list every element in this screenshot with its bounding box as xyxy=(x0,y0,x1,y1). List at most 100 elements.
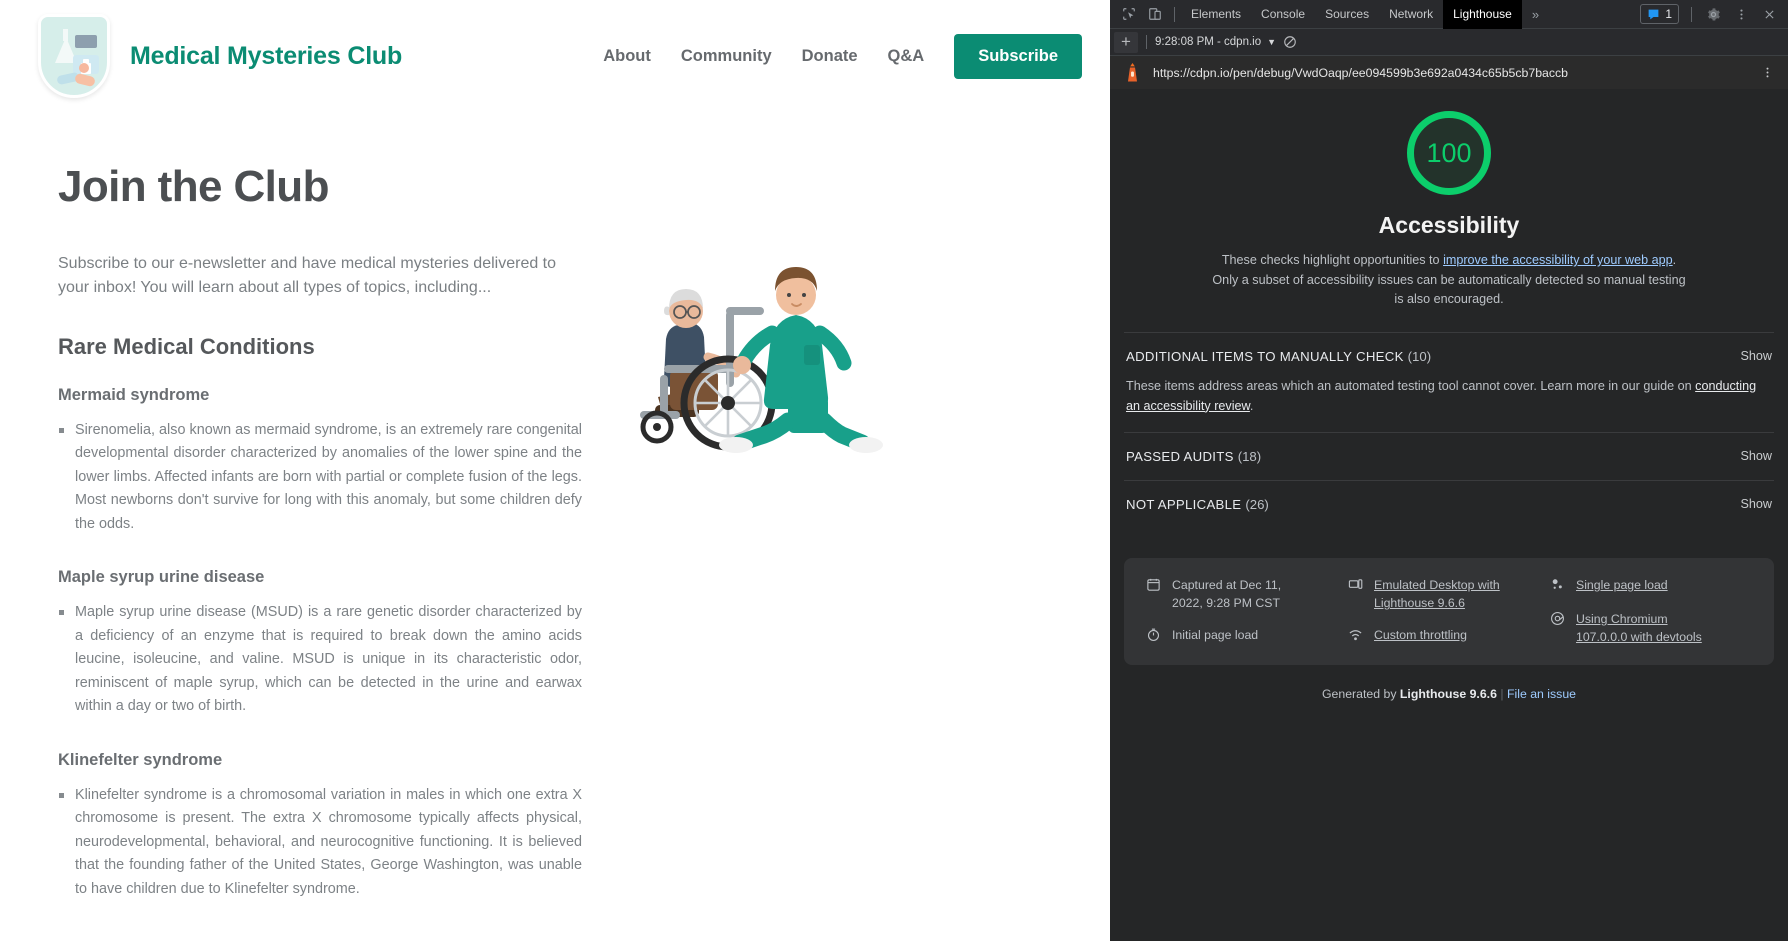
category-description: These checks highlight opportunities to … xyxy=(1209,251,1689,310)
metadata-emulation-text[interactable]: Emulated Desktop with Lighthouse 9.6.6 xyxy=(1374,576,1514,613)
section-passed-audits-title: PASSED AUDITS (18) xyxy=(1126,449,1261,464)
manual-note-after: . xyxy=(1250,399,1254,413)
nav-item-qa[interactable]: Q&A xyxy=(888,47,925,66)
tab-network[interactable]: Network xyxy=(1379,0,1443,29)
metadata-emulation: Emulated Desktop with Lighthouse 9.6.6 xyxy=(1348,576,1550,613)
clear-all-icon[interactable] xyxy=(1280,32,1300,52)
more-tabs-button[interactable]: » xyxy=(1522,0,1549,29)
metadata-captured-at: Captured at Dec 11, 2022, 9:28 PM CST xyxy=(1146,576,1348,613)
section-count: (26) xyxy=(1245,497,1268,512)
manual-note-before: These items address areas which an autom… xyxy=(1126,379,1695,393)
metadata-single-load: Single page load xyxy=(1550,576,1752,597)
calendar-icon xyxy=(1146,577,1162,597)
inspect-element-icon[interactable] xyxy=(1116,2,1142,26)
list-item: Klinefelter syndrome is a chromosomal va… xyxy=(58,784,582,901)
report-url-bar: https://cdpn.io/pen/debug/VwdOaqp/ee0945… xyxy=(1110,56,1788,89)
generated-lighthouse-version: Lighthouse 9.6.6 xyxy=(1400,687,1497,701)
section-title-rare-conditions: Rare Medical Conditions xyxy=(58,334,1070,360)
report-footer: Generated by Lighthouse 9.6.6 | File an … xyxy=(1124,687,1774,701)
chevron-down-icon: ▼ xyxy=(1267,37,1276,47)
condition-list-mermaid: Sirenomelia, also known as mermaid syndr… xyxy=(58,419,582,536)
metadata-captured-text: Captured at Dec 11, 2022, 9:28 PM CST xyxy=(1172,576,1312,613)
devtools-toolbar-right: 1 xyxy=(1640,2,1782,26)
metadata-column-3: Single page load Using Chromium 107.0.0.… xyxy=(1550,576,1752,647)
section-not-applicable-show[interactable]: Show xyxy=(1740,497,1772,511)
report-options-icon[interactable] xyxy=(1758,61,1776,85)
gear-icon[interactable] xyxy=(1700,2,1726,26)
nav-item-community[interactable]: Community xyxy=(681,47,772,66)
tab-sources[interactable]: Sources xyxy=(1315,0,1379,29)
accessibility-score-gauge[interactable]: 100 xyxy=(1407,111,1491,195)
metadata-throttling: Custom throttling xyxy=(1348,626,1550,647)
metadata-page-load-text: Initial page load xyxy=(1172,626,1258,644)
metadata-throttling-text[interactable]: Custom throttling xyxy=(1374,626,1467,644)
page-body: Join the Club Subscribe to our e-newslet… xyxy=(0,112,1110,941)
condition-list-klinefelter: Klinefelter syndrome is a chromosomal va… xyxy=(58,784,582,901)
section-passed-audits-show[interactable]: Show xyxy=(1740,449,1772,463)
issues-icon xyxy=(1647,8,1660,21)
section-title-text: NOT APPLICABLE xyxy=(1126,497,1241,512)
metadata-single-load-text[interactable]: Single page load xyxy=(1576,576,1668,594)
stopwatch-icon xyxy=(1146,627,1162,647)
device-toolbar-icon[interactable] xyxy=(1142,2,1168,26)
condition-title-mermaid: Mermaid syndrome xyxy=(58,386,1070,405)
score-gauge-wrap: 100 Accessibility These checks highlight… xyxy=(1124,89,1774,310)
new-report-button[interactable]: + xyxy=(1114,32,1138,53)
file-an-issue-link[interactable]: File an issue xyxy=(1507,687,1576,701)
more-options-icon[interactable] xyxy=(1728,2,1754,26)
devtools-panel: Elements Console Sources Network Lightho… xyxy=(1110,0,1788,941)
condition-list-msud: Maple syrup urine disease (MSUD) is a ra… xyxy=(58,601,582,718)
device-icon xyxy=(1348,577,1364,597)
issues-counter[interactable]: 1 xyxy=(1640,4,1679,24)
metadata-chromium: Using Chromium 107.0.0.0 with devtools xyxy=(1550,610,1752,647)
close-icon[interactable] xyxy=(1756,2,1782,26)
nav-item-about[interactable]: About xyxy=(603,47,651,66)
samples-icon xyxy=(1550,577,1566,597)
tab-console[interactable]: Console xyxy=(1251,0,1315,29)
metadata-page-load: Initial page load xyxy=(1146,626,1348,647)
section-not-applicable[interactable]: NOT APPLICABLE (26) Show xyxy=(1124,480,1774,528)
header-subscribe-button[interactable]: Subscribe xyxy=(954,34,1082,79)
section-title-text: PASSED AUDITS xyxy=(1126,449,1234,464)
condition-title-msud: Maple syrup urine disease xyxy=(58,568,1070,587)
medical-shield-logo-icon[interactable] xyxy=(38,14,110,98)
devtools-tabs: Elements Console Sources Network Lightho… xyxy=(1181,0,1549,29)
accessibility-guide-link[interactable]: improve the accessibility of your web ap… xyxy=(1443,253,1673,267)
tab-elements[interactable]: Elements xyxy=(1181,0,1251,29)
page-title: Join the Club xyxy=(58,162,1070,212)
metadata-column-1: Captured at Dec 11, 2022, 9:28 PM CST In… xyxy=(1146,576,1348,647)
report-run-selector[interactable]: 9:28:08 PM - cdpn.io ▼ xyxy=(1155,36,1276,48)
generated-prefix: Generated by xyxy=(1322,687,1400,701)
score-value: 100 xyxy=(1426,138,1471,169)
report-url[interactable]: https://cdpn.io/pen/debug/VwdOaqp/ee0945… xyxy=(1153,66,1568,80)
metadata-chromium-text[interactable]: Using Chromium 107.0.0.0 with devtools xyxy=(1576,610,1716,647)
metadata-column-2: Emulated Desktop with Lighthouse 9.6.6 C… xyxy=(1348,576,1550,647)
section-count: (10) xyxy=(1408,349,1431,364)
lighthouse-runs-bar: + 9:28:08 PM - cdpn.io ▼ xyxy=(1110,29,1788,56)
site-title[interactable]: Medical Mysteries Club xyxy=(130,42,402,71)
category-title: Accessibility xyxy=(1124,212,1774,239)
section-not-applicable-title: NOT APPLICABLE (26) xyxy=(1126,497,1269,512)
section-count: (18) xyxy=(1238,449,1261,464)
section-manual-checks-title: ADDITIONAL ITEMS TO MANUALLY CHECK (10) xyxy=(1126,349,1431,364)
section-manual-checks[interactable]: ADDITIONAL ITEMS TO MANUALLY CHECK (10) … xyxy=(1124,332,1774,380)
runs-bar-divider xyxy=(1146,35,1147,49)
network-icon xyxy=(1348,627,1364,647)
lighthouse-icon xyxy=(1124,62,1141,83)
description-text-before: These checks highlight opportunities to xyxy=(1222,253,1443,267)
section-passed-audits[interactable]: PASSED AUDITS (18) Show xyxy=(1124,432,1774,480)
hero-illustration-wheelchair xyxy=(600,215,900,465)
manual-checks-note: These items address areas which an autom… xyxy=(1124,376,1774,432)
tab-lighthouse[interactable]: Lighthouse xyxy=(1443,0,1522,29)
chrome-icon xyxy=(1550,611,1566,631)
toolbar-divider-2 xyxy=(1691,7,1692,22)
report-run-label: 9:28:08 PM - cdpn.io xyxy=(1155,36,1261,48)
lighthouse-report: 100 Accessibility These checks highlight… xyxy=(1110,89,1788,941)
section-title-text: ADDITIONAL ITEMS TO MANUALLY CHECK xyxy=(1126,349,1404,364)
intro-paragraph: Subscribe to our e-newsletter and have m… xyxy=(58,252,582,300)
nav-item-donate[interactable]: Donate xyxy=(802,47,858,66)
issues-count: 1 xyxy=(1665,7,1672,21)
site-header: Medical Mysteries Club About Community D… xyxy=(0,0,1110,112)
footer-divider: | xyxy=(1497,687,1507,701)
section-manual-checks-show[interactable]: Show xyxy=(1740,349,1772,363)
